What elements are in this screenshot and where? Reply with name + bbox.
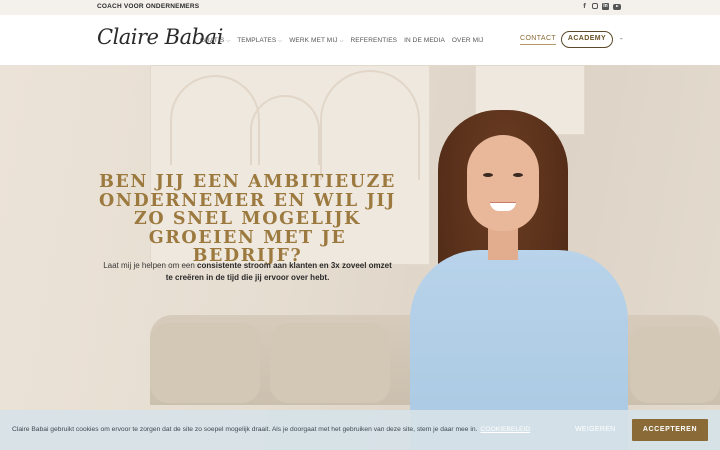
social-links: f in — [581, 3, 621, 10]
portrait-face — [467, 135, 539, 231]
hero-headline: Ben jij een ambitieuze ondernemer en wil… — [99, 172, 396, 266]
sofa-cushion — [150, 323, 260, 403]
cookie-accept-button[interactable]: ACCEPTEREN — [632, 419, 708, 441]
cookie-message: Claire Babai gebruikt cookies om ervoor … — [12, 426, 530, 433]
cookie-banner: Claire Babai gebruikt cookies om ervoor … — [0, 410, 720, 450]
hero-subtext-intro: Laat mij je helpen om een — [103, 261, 198, 270]
chevron-down-icon: ⌵ — [226, 37, 231, 44]
nav-item-over-mij[interactable]: OVER MIJ — [452, 37, 484, 44]
site-header: Claire Babai GRATIS ⌵ TEMPLATES ⌵ WERK M… — [0, 15, 720, 65]
tagline: COACH VOOR ONDERNEMERS — [97, 3, 200, 10]
portrait-eye — [483, 173, 493, 177]
nav-item-werk-met-mij[interactable]: WERK MET MIJ ⌵ — [289, 37, 343, 44]
contact-link[interactable]: CONTACT — [520, 35, 557, 45]
top-bar: COACH VOOR ONDERNEMERS f in — [0, 0, 720, 15]
nav-item-label: WERK MET MIJ — [289, 37, 338, 44]
nav-item-label: REFERENTIES — [350, 37, 398, 44]
hero-section: Ben jij een ambitieuze ondernemer en wil… — [0, 65, 720, 450]
linkedin-icon[interactable]: in — [602, 3, 609, 10]
portrait-eye — [513, 173, 523, 177]
more-menu-icon[interactable]: - — [620, 34, 623, 43]
instagram-icon[interactable] — [592, 3, 598, 9]
cookie-policy-link[interactable]: COOKIEBELEID — [480, 426, 530, 433]
facebook-icon[interactable]: f — [581, 3, 588, 10]
academy-button[interactable]: ACADEMY — [561, 31, 613, 48]
nav-item-label: OVER MIJ — [451, 37, 484, 44]
wall-arch — [170, 75, 260, 165]
youtube-icon[interactable] — [613, 3, 621, 10]
wall-arch — [320, 70, 420, 180]
chevron-down-icon: ⌵ — [339, 37, 344, 44]
hero-portrait — [410, 110, 650, 450]
chevron-down-icon: ⌵ — [278, 37, 283, 44]
cookie-message-text: Claire Babai gebruikt cookies om ervoor … — [12, 426, 478, 433]
nav-item-label: IN DE MEDIA — [404, 37, 445, 44]
nav-item-in-de-media[interactable]: IN DE MEDIA — [404, 37, 445, 44]
wall-arch — [250, 95, 320, 165]
main-nav: GRATIS ⌵ TEMPLATES ⌵ WERK MET MIJ ⌵ REFE… — [200, 37, 483, 44]
hero-subtext-highlight: consistente stroom aan klanten en 3x zov… — [165, 261, 392, 282]
nav-item-gratis[interactable]: GRATIS ⌵ — [200, 37, 230, 44]
nav-item-templates[interactable]: TEMPLATES ⌵ — [237, 37, 282, 44]
hero-subtext: Laat mij je helpen om een consistente st… — [100, 260, 395, 284]
nav-item-referenties[interactable]: REFERENTIES — [350, 37, 397, 44]
cookie-decline-button[interactable]: WEIGEREN — [575, 426, 616, 433]
sofa-cushion — [270, 323, 390, 403]
nav-item-label: TEMPLATES — [237, 37, 277, 44]
nav-item-label: GRATIS — [200, 37, 225, 44]
